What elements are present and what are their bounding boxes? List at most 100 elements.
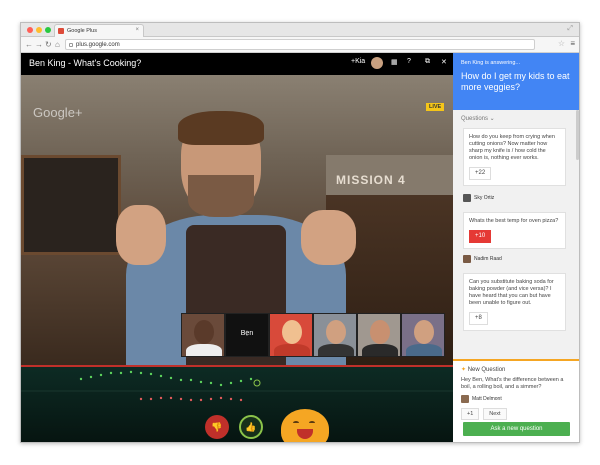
next-button[interactable]: Next	[483, 408, 507, 420]
fullscreen-icon[interactable]: ⤢	[567, 25, 573, 33]
participant-thumb[interactable]	[313, 313, 357, 357]
question-text: Whats the best temp for oven pizza?	[469, 218, 559, 224]
browser-window: Google Plus × ⤢ ← → ↻ ⌂ plus.google.com …	[20, 22, 580, 443]
apps-grid-icon[interactable]: ▦	[391, 58, 398, 66]
vote-button[interactable]: +22	[469, 167, 492, 180]
address-bar: ← → ↻ ⌂ plus.google.com ☆ ≡	[21, 37, 579, 53]
participant-thumb[interactable]	[269, 313, 313, 357]
new-question-author: Matt Delmont	[461, 395, 573, 403]
close-window-button[interactable]	[27, 27, 33, 33]
browser-tab[interactable]: Google Plus ×	[54, 24, 144, 37]
participant-thumb[interactable]	[357, 313, 401, 357]
help-icon[interactable]: ?	[407, 58, 411, 65]
url-text: plus.google.com	[76, 42, 120, 48]
thumbs-up-button[interactable]: 👍	[239, 415, 263, 439]
participant-shoulders	[274, 344, 310, 356]
author-name: Sky Ortiz	[474, 195, 495, 201]
ask-question-button[interactable]: Ask a new question	[463, 422, 570, 436]
avatar	[463, 194, 471, 202]
cheering-emoji-icon	[281, 409, 329, 442]
current-question: How do I get my kids to eat more veggies…	[461, 71, 570, 92]
participant-face	[370, 320, 390, 344]
new-question-text: Hey Ben, What's the difference between a…	[461, 377, 564, 390]
plus-one-button[interactable]: +1	[461, 408, 480, 420]
thumbs-down-button[interactable]: 👎	[205, 415, 229, 439]
emoji-eye-left	[293, 421, 299, 425]
scrollbar[interactable]	[576, 110, 579, 160]
presenter-hair	[178, 111, 264, 145]
avatar	[463, 255, 471, 263]
reaction-up-dots	[79, 370, 253, 387]
video-title: Ben King - What's Cooking?	[29, 58, 142, 68]
page-icon	[69, 43, 73, 47]
question-author: Sky Ortiz	[463, 194, 494, 202]
answering-label: Ben King is answering...	[461, 60, 521, 66]
new-question-title: ✦ New Question	[461, 366, 573, 373]
question-card: Whats the best temp for oven pizza? +10	[463, 212, 566, 249]
participant-face	[194, 320, 214, 344]
question-card: Can you substitute baking soda for bakin…	[463, 273, 566, 331]
bookmark-star-icon[interactable]: ☆	[558, 39, 565, 48]
forward-icon[interactable]: →	[35, 40, 43, 49]
vote-button[interactable]: +8	[469, 312, 488, 325]
question-author: Nadim Raad	[463, 255, 502, 263]
close-icon[interactable]: ✕	[441, 58, 447, 66]
reload-icon[interactable]: ↻	[45, 40, 52, 49]
participant-thumb[interactable]	[401, 313, 445, 357]
new-question-title-text: New Question	[467, 367, 506, 373]
emoji-mouth	[297, 429, 313, 439]
home-icon[interactable]: ⌂	[55, 40, 60, 49]
main-video-feed: MISSION 4 Google+ LIVE Ben ⋮	[21, 75, 453, 365]
more-options-icon[interactable]: ⋮	[226, 330, 268, 353]
presenter-hand-right	[301, 210, 356, 265]
question-card: How do you keep from crying when cutting…	[463, 128, 566, 186]
qa-panel: Ben King is answering... How do I get my…	[453, 53, 579, 442]
maximize-window-button[interactable]	[45, 27, 51, 33]
google-plus-icon	[58, 28, 64, 34]
tab-bar: Google Plus × ⤢	[21, 23, 579, 37]
google-plus-watermark: Google+	[33, 105, 83, 120]
participant-strip: Ben ⋮	[181, 313, 445, 357]
menu-icon[interactable]: ≡	[570, 39, 575, 48]
author-name: Nadim Raad	[474, 256, 502, 262]
hangout-video: Ben King - What's Cooking? +Kia ▦ ? ⧉ ✕ …	[21, 53, 453, 442]
popout-icon[interactable]: ⧉	[425, 58, 430, 66]
presenter-hand-left	[116, 205, 166, 265]
chalkboard	[21, 155, 121, 255]
vote-button[interactable]: +10	[469, 230, 492, 243]
avatar	[461, 395, 469, 403]
lightbulb-icon: ✦	[461, 367, 468, 373]
live-badge: LIVE	[426, 103, 445, 111]
url-field[interactable]: plus.google.com	[65, 39, 535, 50]
participant-thumb[interactable]	[181, 313, 225, 357]
sign-text: MISSION 4	[336, 173, 406, 187]
minimize-window-button[interactable]	[36, 27, 42, 33]
reaction-bar: 👎 👍	[21, 365, 453, 442]
current-position-marker	[253, 379, 261, 387]
participant-shoulders	[362, 344, 398, 356]
participant-thumb-selected[interactable]: Ben ⋮	[225, 313, 269, 357]
questions-dropdown[interactable]: Questions ⌄	[461, 115, 495, 122]
participant-shoulders	[318, 344, 354, 356]
tab-title: Google Plus	[67, 28, 97, 34]
back-icon[interactable]: ←	[25, 40, 33, 49]
author-name: Matt Delmont	[472, 396, 502, 402]
video-header: Ben King - What's Cooking? +Kia ▦ ? ⧉ ✕	[21, 53, 453, 75]
question-text: Can you substitute baking soda for bakin…	[469, 279, 554, 306]
reaction-down-dots	[139, 396, 243, 402]
participant-shoulders	[406, 344, 442, 356]
reaction-controls: 👎 👍	[205, 415, 263, 439]
reaction-graph	[21, 370, 453, 402]
avatar[interactable]	[371, 57, 383, 69]
current-question-header: Ben King is answering... How do I get my…	[453, 53, 579, 110]
participant-face	[414, 320, 434, 344]
add-person-button[interactable]: +Kia	[351, 58, 365, 65]
participant-shoulders	[186, 344, 222, 356]
new-question-actions: +1 Next	[461, 408, 573, 420]
emoji-eye-right	[309, 421, 315, 425]
presenter-beard	[188, 175, 254, 217]
tab-close-icon[interactable]: ×	[135, 27, 139, 33]
participant-face	[282, 320, 302, 344]
participant-face	[326, 320, 346, 344]
window-controls	[27, 27, 51, 33]
